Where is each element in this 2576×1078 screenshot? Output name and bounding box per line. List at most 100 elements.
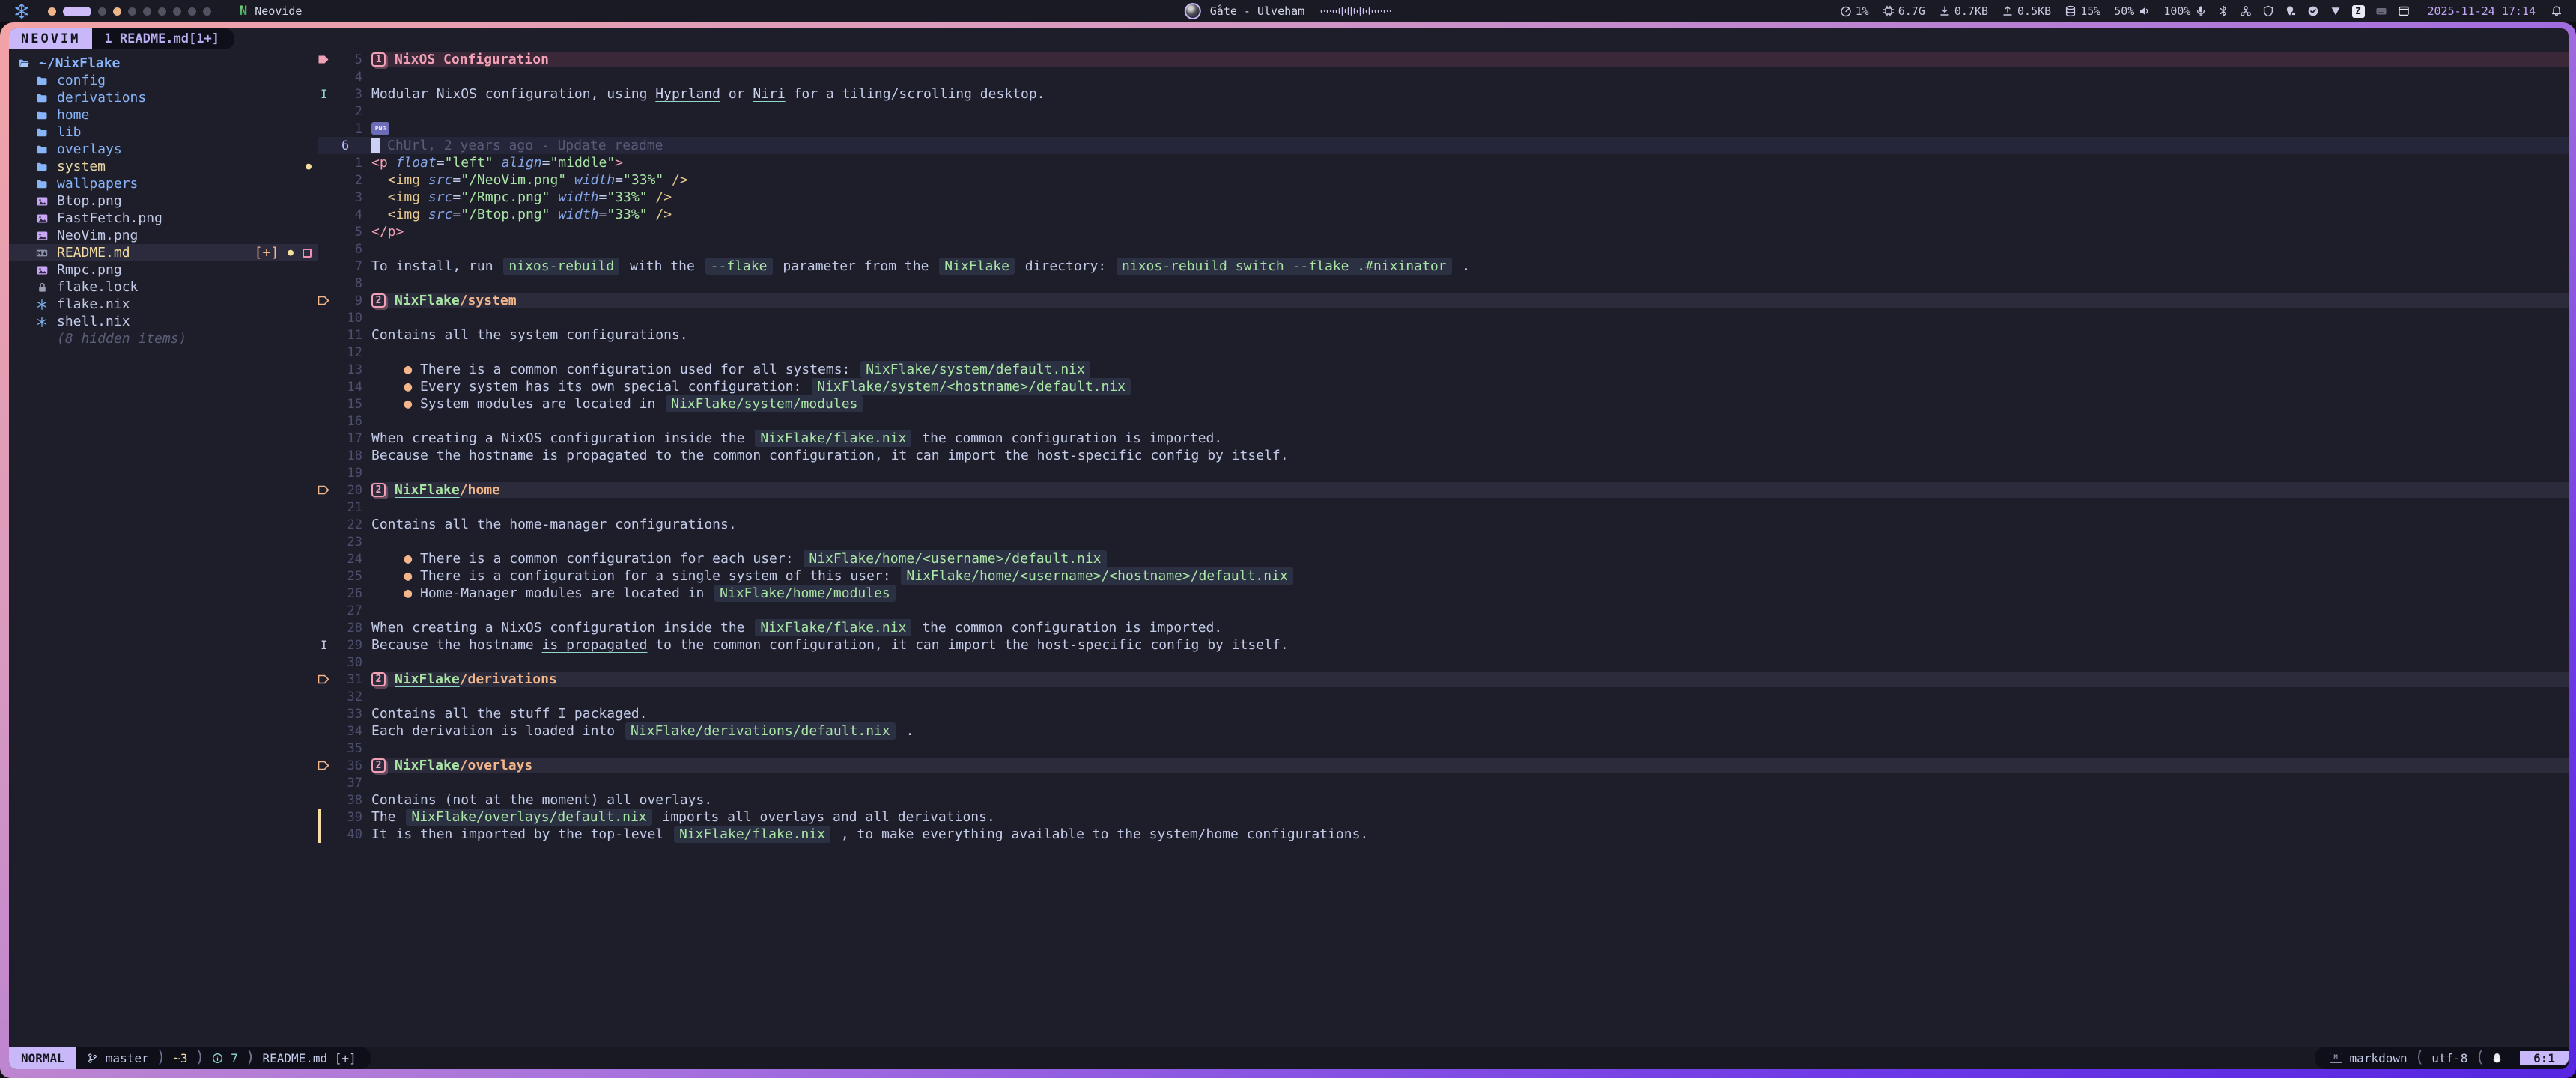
editor-line-43[interactable]: 37 — [318, 774, 2569, 791]
editor-line-12[interactable]: 6 — [318, 240, 2569, 258]
editor-line-32[interactable]: 26 ● Home-Manager modules are located in… — [318, 585, 2569, 602]
tab-buffer-readme[interactable]: 1 README.md[1+] — [92, 28, 234, 49]
tree-item-flake-lock[interactable]: flake.lock — [9, 278, 318, 296]
workspaces[interactable] — [48, 7, 211, 16]
editor-line-9[interactable]: 3 <img src="/Rmpc.png" width="33%" /> — [318, 189, 2569, 206]
music-widget[interactable]: Gåte - Ulveham — [1185, 3, 1391, 19]
editor-line-46[interactable]: 40It is then imported by the top-level N… — [318, 826, 2569, 843]
editor-line-24[interactable]: 18Because the hostname is propagated to … — [318, 447, 2569, 464]
upload-icon[interactable] — [2002, 5, 2014, 17]
editor-line-23[interactable]: 17When creating a NixOS configuration in… — [318, 430, 2569, 447]
editor-line-44[interactable]: 38Contains (not at the moment) all overl… — [318, 791, 2569, 808]
editor-line-31[interactable]: 25 ● There is a configuration for a sing… — [318, 567, 2569, 585]
chip-icon[interactable] — [1883, 5, 1895, 17]
tab-neotree[interactable]: NEOVIM — [9, 28, 92, 49]
tree-item-rmpc-png[interactable]: Rmpc.png — [9, 261, 318, 278]
download-icon[interactable] — [1939, 5, 1951, 17]
tree-item-fastfetch-png[interactable]: FastFetch.png — [9, 210, 318, 227]
workspace-8[interactable] — [173, 7, 181, 16]
editor-line-36[interactable]: 30 — [318, 654, 2569, 671]
workspace-2[interactable] — [63, 7, 91, 16]
editor-line-34[interactable]: 28When creating a NixOS configuration in… — [318, 619, 2569, 636]
editor-line-14[interactable]: 8 — [318, 275, 2569, 292]
editor-line-20[interactable]: 14 ● Every system has its own special co… — [318, 378, 2569, 395]
editor-line-4[interactable]: 2 — [318, 103, 2569, 120]
tree-item-config[interactable]: config — [9, 72, 318, 89]
editor-line-35[interactable]: I29Because the hostname is propagated to… — [318, 636, 2569, 654]
tree-item-system[interactable]: system● — [9, 158, 318, 175]
editor-line-33[interactable]: 27 — [318, 602, 2569, 619]
editor-line-8[interactable]: 2 <img src="/NeoVim.png" width="33%" /> — [318, 171, 2569, 189]
editor-line-10[interactable]: 4 <img src="/Btop.png" width="33%" /> — [318, 206, 2569, 223]
tree-item-flake-nix[interactable]: flake.nix — [9, 296, 318, 313]
editor-line-6[interactable]: 6ChUrl, 2 years ago - Update readme — [318, 137, 2569, 154]
editor-line-26[interactable]: 202NixFlake/home — [318, 481, 2569, 499]
editor-line-17[interactable]: 11Contains all the system configurations… — [318, 326, 2569, 344]
editor-line-45[interactable]: 39The NixFlake/overlays/default.nix impo… — [318, 808, 2569, 826]
workspace-3[interactable] — [98, 7, 106, 16]
editor-line-22[interactable]: 16 — [318, 412, 2569, 430]
editor-line-21[interactable]: 15 ● System modules are located in NixFl… — [318, 395, 2569, 412]
tree-item-btop-png[interactable]: Btop.png — [9, 192, 318, 210]
editor-line-38[interactable]: 32 — [318, 688, 2569, 705]
editor-line-18[interactable]: 12 — [318, 344, 2569, 361]
editor-line-15[interactable]: 92NixFlake/system — [318, 292, 2569, 309]
editor-line-39[interactable]: 33Contains all the stuff I packaged. — [318, 705, 2569, 722]
editor-line-3[interactable]: I3Modular NixOS configuration, using Hyp… — [318, 85, 2569, 103]
editor-buffer[interactable]: 51NixOS Configuration4I3Modular NixOS co… — [318, 49, 2569, 1047]
pinlock-tray-icon[interactable] — [2285, 5, 2297, 17]
hub-tray-icon[interactable] — [2240, 5, 2252, 17]
editor-line-16[interactable]: 10 — [318, 309, 2569, 326]
workspace-4[interactable] — [113, 7, 121, 16]
editor-line-37[interactable]: 312NixFlake/derivations — [318, 671, 2569, 688]
workspace-1[interactable] — [48, 7, 56, 16]
speaker-icon[interactable] — [2138, 5, 2150, 17]
term-tray-icon[interactable] — [2398, 5, 2410, 17]
workspace-5[interactable] — [128, 7, 136, 16]
tree-item-wallpapers[interactable]: wallpapers — [9, 175, 318, 192]
tree-item-overlays[interactable]: overlays — [9, 141, 318, 158]
shield-tray-icon[interactable] — [2262, 5, 2274, 17]
tree-item-readme-md[interactable]: README.md[+]● — [9, 244, 318, 261]
nixos-logo-icon[interactable] — [13, 3, 30, 19]
editor-line-13[interactable]: 7To install, run nixos-rebuild with the … — [318, 258, 2569, 275]
editor-line-40[interactable]: 34Each derivation is loaded into NixFlak… — [318, 722, 2569, 740]
tree-item-8-hidden-items[interactable]: (8 hidden items) — [9, 330, 318, 347]
file-tree[interactable]: ~/NixFlakeconfigderivationshomeliboverla… — [9, 49, 318, 1047]
tree-item-home[interactable]: home — [9, 106, 318, 124]
clock[interactable]: 2025-11-24 17:14 — [2428, 4, 2536, 18]
editor-line-1[interactable]: 51NixOS Configuration — [318, 51, 2569, 68]
editor-line-41[interactable]: 35 — [318, 740, 2569, 757]
tree-item-lib[interactable]: lib — [9, 124, 318, 141]
check-tray-icon[interactable] — [2307, 5, 2319, 17]
tree-item-nixflake[interactable]: ~/NixFlake — [9, 55, 318, 72]
bell-icon[interactable] — [2551, 5, 2563, 17]
tree-item-derivations[interactable]: derivations — [9, 89, 318, 106]
system-tray: Z — [2217, 5, 2410, 18]
mic-icon[interactable] — [2195, 5, 2207, 17]
editor-line-42[interactable]: 362NixFlake/overlays — [318, 757, 2569, 774]
workspace-10[interactable] — [203, 7, 211, 16]
editor-line-27[interactable]: 21 — [318, 499, 2569, 516]
editor-line-11[interactable]: 5</p> — [318, 223, 2569, 240]
keyboard-tray-icon[interactable] — [2375, 5, 2387, 17]
vpn-tray-icon[interactable] — [2330, 5, 2342, 17]
editor-line-25[interactable]: 19 — [318, 464, 2569, 481]
editor-line-28[interactable]: 22Contains all the home-manager configur… — [318, 516, 2569, 533]
database-icon[interactable] — [2065, 5, 2077, 17]
editor-line-29[interactable]: 23 — [318, 533, 2569, 550]
editor-line-30[interactable]: 24 ● There is a common configuration for… — [318, 550, 2569, 567]
workspace-9[interactable] — [188, 7, 196, 16]
editor-line-7[interactable]: 1<p float="left" align="middle"> — [318, 154, 2569, 171]
tree-item-neovim-png[interactable]: NeoVim.png — [9, 227, 318, 244]
tree-item-shell-nix[interactable]: shell.nix — [9, 313, 318, 330]
zellij-tray-icon[interactable]: Z — [2352, 5, 2365, 18]
editor-line-19[interactable]: 13 ● There is a common configuration use… — [318, 361, 2569, 378]
workspace-7[interactable] — [158, 7, 166, 16]
bluetooth-tray-icon[interactable] — [2217, 5, 2229, 17]
text-segment — [371, 568, 404, 584]
workspace-6[interactable] — [143, 7, 151, 16]
editor-line-2[interactable]: 4 — [318, 68, 2569, 85]
gauge-icon[interactable] — [1840, 5, 1852, 17]
editor-line-5[interactable]: 1PNG — [318, 120, 2569, 137]
